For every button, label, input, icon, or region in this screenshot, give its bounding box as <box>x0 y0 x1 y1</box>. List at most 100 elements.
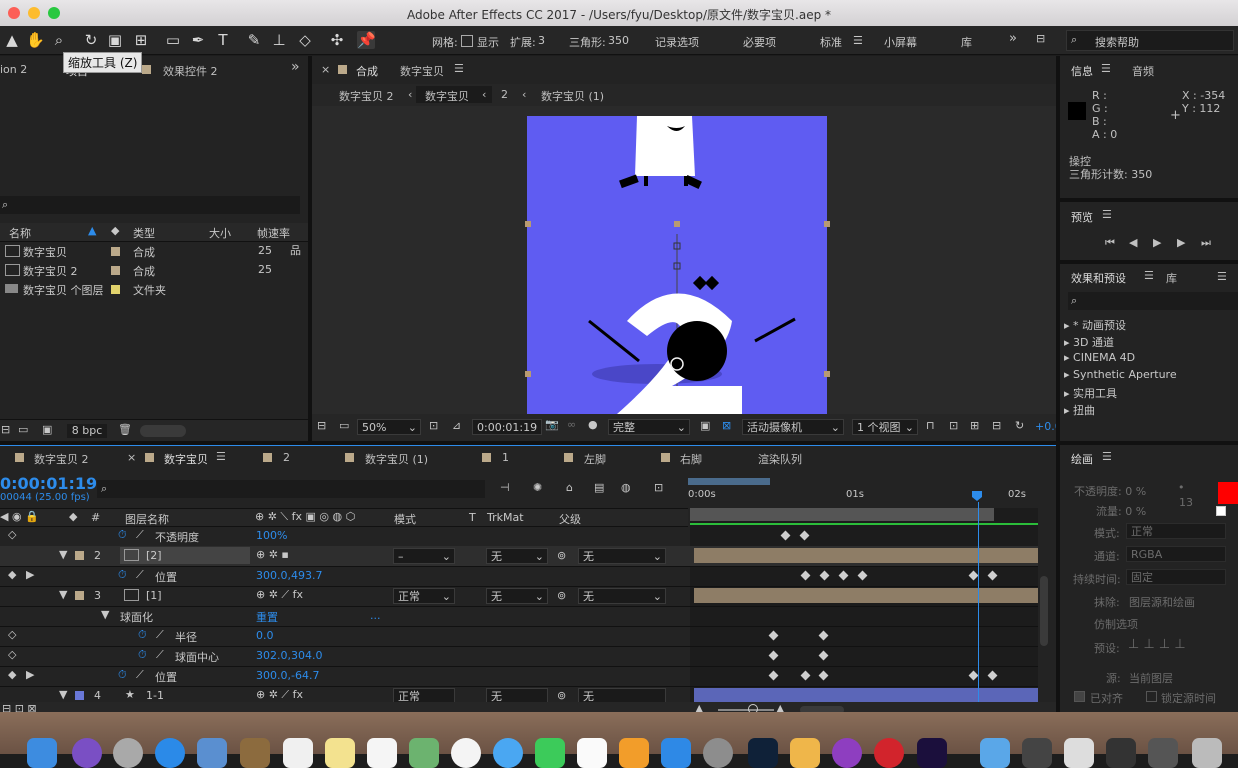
screenshot-icon[interactable] <box>1022 738 1052 768</box>
folder-icon[interactable] <box>790 738 820 768</box>
keyframe[interactable] <box>768 650 779 661</box>
layer-name[interactable]: [2] <box>146 549 162 562</box>
views-select[interactable]: 1 个视图 ⌄ <box>852 419 918 435</box>
layer-bar[interactable] <box>694 548 1038 563</box>
transparency-grid-icon[interactable]: ⊠ <box>722 419 731 432</box>
paint-flow[interactable]: 流量: 0 % <box>1096 503 1146 519</box>
keyframe[interactable] <box>800 570 811 581</box>
graph-icon[interactable]: ⟋ <box>136 568 144 582</box>
effect-row[interactable]: ▼ 球面化 重置 ... <box>0 606 1038 627</box>
safari-icon[interactable] <box>155 738 185 768</box>
zoom-slider[interactable] <box>718 709 774 711</box>
keyframe-nav-icon[interactable]: ◇ <box>8 648 16 661</box>
layer-row[interactable]: ▼ 4 ★ 1-1 ⊕ ✲ ⟋ fx 正常 无 ⊚ 无 <box>0 686 1038 702</box>
timecode-field[interactable]: 0:00:01:19 <box>472 419 542 435</box>
col-type[interactable]: 类型 <box>133 225 155 241</box>
clone-preset-icons[interactable]: ⊥ ⊥ ⊥ ⊥ <box>1128 637 1186 652</box>
app-store-icon[interactable] <box>661 738 691 768</box>
keyframe-nav-icon[interactable]: ◆ <box>8 668 16 681</box>
graph-icon[interactable]: ⟋ <box>156 648 164 662</box>
camera-tool-icon[interactable]: ▣ <box>106 31 124 49</box>
effect-options-link[interactable]: ... <box>370 609 381 622</box>
graph-icon[interactable]: ⟋ <box>156 628 164 642</box>
keyframe[interactable] <box>819 570 830 581</box>
finder-icon[interactable] <box>27 738 57 768</box>
property-row[interactable]: ◇ ⏱ ⟋ 球面中心 302.0,304.0 <box>0 646 1038 667</box>
rectangle-tool-icon[interactable]: ▭ <box>164 31 182 49</box>
downloads-folder-icon[interactable] <box>980 738 1010 768</box>
rotate-tool-icon[interactable]: ↻ <box>82 31 100 49</box>
next-keyframe-icon[interactable]: ▶ <box>26 568 34 581</box>
graph-icon[interactable]: ⟋ <box>136 668 144 682</box>
interpret-footage-icon[interactable]: ⊟ <box>1 423 10 436</box>
notes-icon[interactable] <box>325 738 355 768</box>
tab-menu-icon[interactable]: ☰ <box>1102 450 1112 463</box>
property-row[interactable]: ◇ ⏱ ⟋ 半径 0.0 <box>0 626 1038 647</box>
paint-opacity[interactable]: 不透明度: 0 % <box>1074 483 1146 499</box>
time-ruler[interactable]: 0:00s 01s 02s <box>688 476 1038 504</box>
layer-row[interactable]: ▼ 3 [1] ⊕ ✲ ⟋ fx 正常 ⌄ 无 ⌄ ⊚ 无 ⌄ <box>0 586 1038 607</box>
layer-bar[interactable] <box>694 688 1038 702</box>
fast-preview-icon[interactable]: ⊡ <box>949 419 958 432</box>
comp-tab-label[interactable]: 合成 <box>356 63 378 79</box>
keyframe[interactable] <box>987 670 998 681</box>
parent-select[interactable]: 无 ⌄ <box>578 548 666 564</box>
property-row[interactable]: ◇ ⏱ ⟋ 不透明度 100% <box>0 526 1038 547</box>
collapse-toggle-icon[interactable]: ▼ <box>101 608 109 621</box>
itunes-icon[interactable] <box>577 738 607 768</box>
monitor-icon[interactable]: ▭ <box>339 419 349 432</box>
mail-icon[interactable] <box>197 738 227 768</box>
col-size[interactable]: 大小 <box>209 225 231 241</box>
zoom-select[interactable]: 50% ⌄ <box>357 419 421 435</box>
show-checkbox[interactable] <box>461 35 473 47</box>
work-area-bar[interactable] <box>688 478 770 485</box>
comp-canvas[interactable] <box>527 116 827 414</box>
timeline-tab[interactable]: 2 <box>283 451 290 464</box>
region-icon[interactable]: ▣ <box>700 419 710 432</box>
project-item[interactable]: 数字宝贝 合成 25 品 <box>0 242 301 262</box>
playhead[interactable] <box>972 491 982 501</box>
parent-select[interactable]: 无 ⌄ <box>578 588 666 604</box>
tab-menu-icon[interactable]: ☰ <box>1101 62 1111 75</box>
timeline-icon[interactable]: ⊞ <box>970 419 979 432</box>
play-icon[interactable]: ▶ <box>1153 236 1161 249</box>
netease-music-icon[interactable] <box>874 738 904 768</box>
layer-switches[interactable]: ⊕ ✲ ▪ <box>256 548 289 561</box>
foreground-color-swatch[interactable] <box>1218 482 1238 504</box>
comp-tab-name[interactable]: 数字宝贝 <box>400 63 444 79</box>
transform-handle[interactable] <box>525 221 531 227</box>
workspace-small-screen[interactable]: 小屏幕 <box>884 34 917 50</box>
tab-info[interactable]: 信息 <box>1071 63 1093 79</box>
workspace-library[interactable]: 库 <box>961 34 972 50</box>
keyframe[interactable] <box>857 570 868 581</box>
motion-blur-icon[interactable]: ◍ <box>621 481 631 494</box>
aligned-checkbox[interactable] <box>1074 691 1085 702</box>
trash-icon[interactable] <box>1192 738 1222 768</box>
record-options-button[interactable]: 记录选项 <box>655 34 699 50</box>
type-tool-icon[interactable]: T <box>214 31 232 49</box>
collapse-toggle-icon[interactable]: ▼ <box>59 548 67 561</box>
property-value[interactable]: 300.0,-64.7 <box>256 669 319 682</box>
parent-select[interactable]: 无 <box>578 688 666 702</box>
tab-library[interactable]: 库 <box>1166 270 1177 286</box>
trkmat-select[interactable]: 无 ⌄ <box>486 588 548 604</box>
sort-asc-icon[interactable]: ▲ <box>88 224 96 237</box>
resolution-icon[interactable]: ⊡ <box>429 419 438 432</box>
tab-effect-controls[interactable]: 效果控件 2 <box>163 63 218 79</box>
effects-search-input[interactable]: ⌕ <box>1068 292 1238 310</box>
document-icon[interactable] <box>1106 738 1136 768</box>
project-item[interactable]: 数字宝贝 2 合成 25 <box>0 261 300 281</box>
timeline-search-input[interactable]: ⌕ <box>97 480 485 498</box>
photoshop-icon[interactable] <box>748 738 778 768</box>
tab-menu-icon[interactable]: ☰ <box>216 450 226 463</box>
draft-3d-icon[interactable]: ✺ <box>533 481 542 494</box>
pick-whip-icon[interactable]: ⊚ <box>557 549 566 562</box>
maps-icon[interactable] <box>409 738 439 768</box>
tab-partial[interactable]: ion 2 <box>0 63 27 76</box>
prev-frame-icon[interactable]: ◀︎ <box>1129 236 1137 249</box>
expand-value[interactable]: 3 <box>538 34 545 47</box>
keyframe-nav-icon[interactable]: ◇ <box>8 628 16 641</box>
after-effects-icon[interactable] <box>917 738 947 768</box>
collapse-toggle-icon[interactable]: ▼ <box>59 688 67 701</box>
new-composition-icon[interactable]: ▣ <box>42 423 52 436</box>
